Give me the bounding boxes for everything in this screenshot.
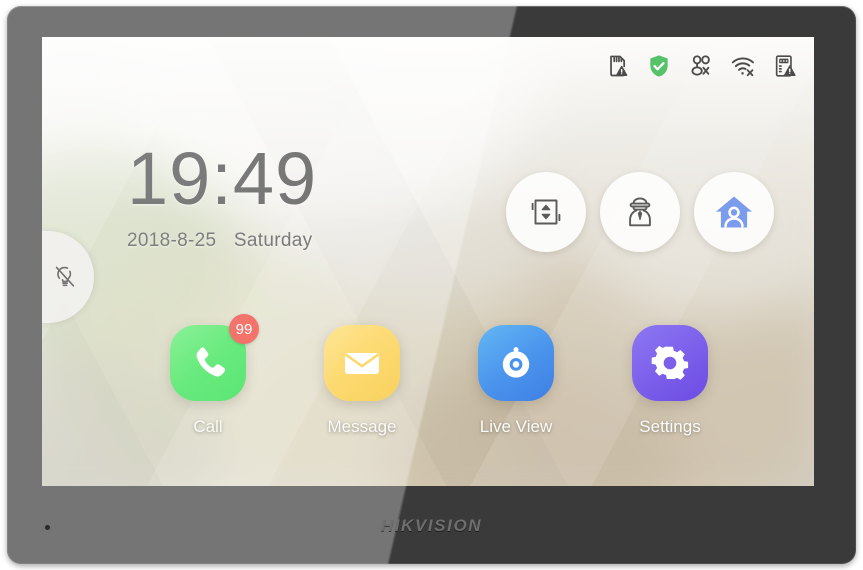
call-app-tile[interactable]: 99 bbox=[170, 314, 259, 401]
live-view-app[interactable]: Live View bbox=[470, 325, 562, 437]
door-station-warning-icon bbox=[772, 53, 798, 79]
concierge-button[interactable] bbox=[600, 172, 680, 252]
shortcut-button-row bbox=[506, 172, 774, 252]
home-person-icon bbox=[712, 190, 756, 234]
call-badge: 99 bbox=[229, 314, 259, 344]
brand-logo: HIKVISION bbox=[380, 516, 483, 535]
message-app-tile[interactable] bbox=[324, 325, 400, 401]
status-bar bbox=[604, 53, 798, 79]
camera-icon bbox=[494, 341, 538, 385]
sd-card-warning-icon bbox=[604, 53, 630, 79]
call-app-label: Call bbox=[193, 417, 223, 436]
phone-icon bbox=[187, 342, 229, 384]
clock-date: 2018-8-25 Saturday bbox=[127, 230, 317, 252]
contacts-offline-icon bbox=[688, 53, 714, 79]
settings-app[interactable]: Settings bbox=[624, 325, 716, 437]
app-grid: 99 Call Message Live View Settings bbox=[162, 314, 716, 437]
touchscreen[interactable]: 19:49 2018-8-25 Saturday 99 Call Message… bbox=[42, 37, 814, 486]
clock-time: 19:49 bbox=[127, 137, 318, 220]
live-view-app-tile[interactable] bbox=[478, 325, 554, 401]
call-app[interactable]: 99 Call bbox=[162, 314, 259, 437]
indoor-station-device: 19:49 2018-8-25 Saturday 99 Call Message… bbox=[7, 6, 856, 564]
arming-mode-button[interactable] bbox=[694, 172, 774, 252]
elevator-icon bbox=[526, 192, 566, 232]
message-app-label: Message bbox=[327, 417, 397, 436]
settings-app-tile[interactable] bbox=[632, 325, 708, 401]
envelope-icon bbox=[340, 341, 384, 385]
settings-app-label: Settings bbox=[639, 417, 701, 436]
guard-icon bbox=[620, 192, 660, 232]
clock-day-of-week: Saturday bbox=[233, 230, 313, 251]
bulb-off-icon bbox=[55, 264, 78, 290]
message-app[interactable]: Message bbox=[316, 325, 408, 437]
elevator-button[interactable] bbox=[506, 172, 586, 252]
gear-icon bbox=[649, 342, 691, 384]
clock-widget: 19:49 2018-8-25 Saturday bbox=[127, 142, 317, 252]
shield-check-icon bbox=[646, 53, 672, 79]
live-view-app-label: Live View bbox=[479, 417, 553, 436]
clock-date-value: 2018-8-25 bbox=[127, 230, 217, 251]
wifi-disconnected-icon bbox=[730, 53, 756, 79]
